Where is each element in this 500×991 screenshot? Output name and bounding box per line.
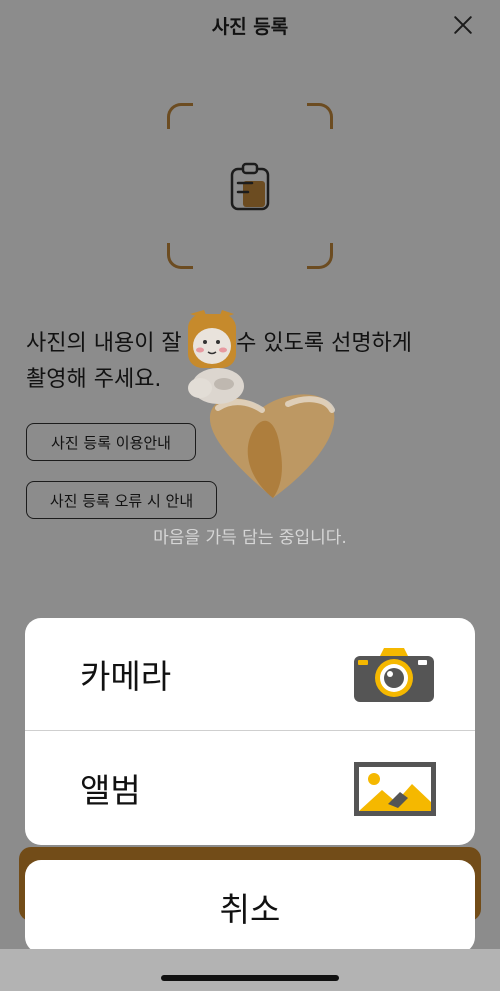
home-indicator[interactable] xyxy=(161,975,339,981)
album-option[interactable]: 앨범 xyxy=(25,731,475,844)
picture-icon xyxy=(354,762,436,816)
home-indicator-area xyxy=(0,949,500,991)
camera-icon xyxy=(354,648,434,702)
loading-text: 마음을 가득 담는 중입니다. xyxy=(153,528,347,548)
camera-option-label: 카메라 xyxy=(80,657,172,696)
camera-option[interactable]: 카메라 xyxy=(25,618,475,731)
heart-loading-icon xyxy=(188,310,335,498)
cancel-button[interactable]: 취소 xyxy=(25,860,475,953)
action-sheet: 카메라 앨범 xyxy=(25,618,475,845)
album-option-label: 앨범 xyxy=(80,770,141,810)
